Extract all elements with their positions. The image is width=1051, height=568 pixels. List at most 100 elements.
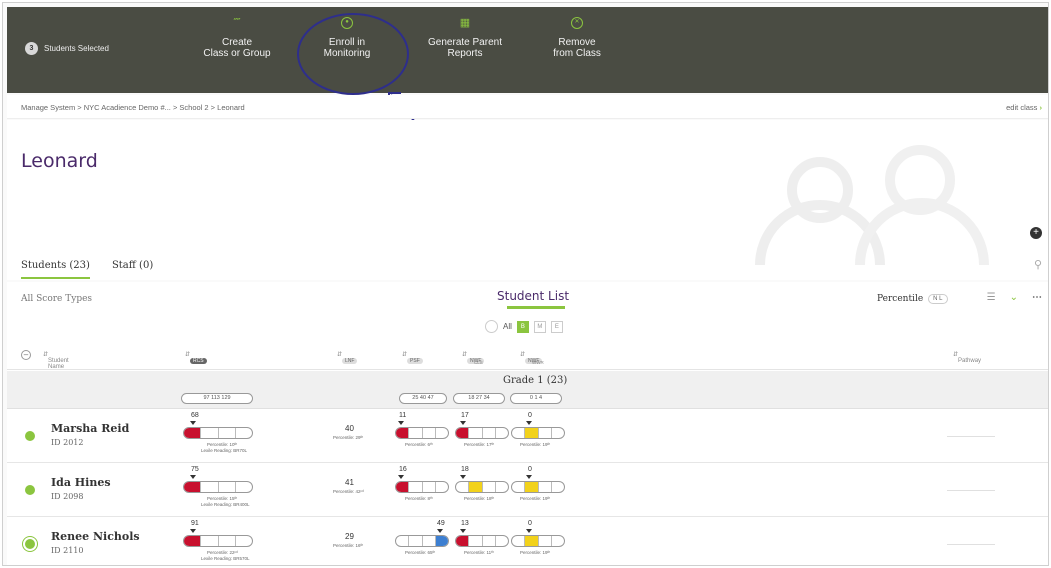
wwr-score: 0 <box>528 412 532 419</box>
remove-from-class-button[interactable]: ✕ Remove from Class <box>527 17 627 59</box>
psf-gauge-segment <box>435 536 448 546</box>
composite-score: 91 <box>191 520 199 527</box>
cls-gauge-segment <box>483 428 496 438</box>
psf-score-marker <box>398 475 404 479</box>
tab-students[interactable]: Students (23) <box>21 260 90 279</box>
tab-staff[interactable]: Staff (0) <box>112 260 153 279</box>
cls-gauge-segment <box>456 482 470 492</box>
cls-gauge-segment <box>496 536 508 546</box>
document-icon: ▦ <box>459 17 471 29</box>
composite-header[interactable]: ⇵ RCS <box>185 351 207 364</box>
selected-label: Students Selected <box>44 44 109 53</box>
student-name[interactable]: Renee Nichols <box>51 530 140 543</box>
filter-end-button[interactable]: E <box>550 320 563 333</box>
wwr-gauge <box>511 535 565 547</box>
student-list-panel: All Score Types Student List Percentile … <box>7 282 1048 565</box>
psf-percentile: Percentile: 65ᵗʰ <box>405 550 436 555</box>
table-row[interactable]: Ida Hines ID 2098 75 Percentile: 15ᵗʰ Lexile… <box>7 464 1048 517</box>
pathway-header[interactable]: ⇵ Pathway <box>953 351 981 364</box>
composite-gauge-segment <box>201 428 219 438</box>
composite-gauge-segment <box>236 482 252 492</box>
cls-gauge-segment <box>469 536 483 546</box>
cls-score-marker <box>460 421 466 425</box>
table-row[interactable]: Renee Nichols ID 2110 91 Percentile: 22ⁿᵈ Le… <box>7 518 1048 565</box>
row-select-checkbox[interactable] <box>25 431 35 441</box>
generate-reports-button[interactable]: ▦ Generate Parent Reports <box>415 17 515 59</box>
add-icon[interactable]: + <box>1030 227 1042 239</box>
cls-percentile: Percentile: 18ᵗʰ <box>464 496 495 501</box>
psf-gauge-segment <box>423 482 436 492</box>
search-icon[interactable]: ⚲ <box>1034 258 1042 271</box>
row-select-checkbox[interactable] <box>25 539 35 549</box>
breadcrumb[interactable]: Manage System > NYC Acadience Demo #... … <box>21 103 245 112</box>
cls-gauge-segment <box>469 428 483 438</box>
more-options-icon[interactable]: ⋯ <box>1032 292 1042 303</box>
composite-gauge-segment <box>219 428 236 438</box>
student-id: ID 2110 <box>51 546 84 555</box>
all-radio[interactable] <box>485 320 498 333</box>
table-row[interactable]: Marsha Reid ID 2012 68 Percentile: 10ᵗʰ Lexi… <box>7 410 1048 463</box>
filter-all-label: All <box>503 322 512 331</box>
lnf-header[interactable]: ⇵ LNF <box>337 351 358 364</box>
deselect-all-checkbox[interactable]: – <box>21 350 31 360</box>
create-class-button[interactable]: ⁗ Create Class or Group <box>187 17 287 59</box>
cls-score: 17 <box>461 412 469 419</box>
wwr-score-marker <box>526 475 532 479</box>
student-name-header[interactable]: ⇵ Student Name <box>43 351 69 370</box>
wwr-gauge-segment <box>552 482 564 492</box>
composite-gauge-segment <box>219 482 236 492</box>
percentile-options[interactable]: N L <box>928 294 948 304</box>
lnf-score: 29 <box>345 532 354 541</box>
wwr-gauge <box>511 427 565 439</box>
composite-score-marker <box>190 421 196 425</box>
create-class-line1: Create <box>221 37 252 48</box>
student-id: ID 2012 <box>51 438 84 447</box>
chevron-down-icon[interactable]: ⌄ <box>1010 292 1018 303</box>
selected-count-badge: 3 <box>25 42 38 55</box>
composite-benchmark-range: 97 113 129 <box>181 393 253 404</box>
psf-score: 49 <box>437 520 445 527</box>
wwr-percentile: Percentile: 19ᵗʰ <box>520 496 551 501</box>
psf-gauge-segment <box>436 482 448 492</box>
cls-gauge-segment <box>483 536 496 546</box>
student-list-title: Student List <box>497 289 570 303</box>
wwr-gauge-segment <box>539 536 552 546</box>
wwr-gauge-segment <box>512 482 526 492</box>
wwr-score: 0 <box>528 520 532 527</box>
filter-beginning-button[interactable]: B <box>516 320 529 333</box>
student-id: ID 2098 <box>51 492 84 501</box>
remove-line2: from Class <box>553 48 601 59</box>
cls-score: 18 <box>461 466 469 473</box>
composite-score-marker <box>190 475 196 479</box>
row-select-checkbox[interactable] <box>25 485 35 495</box>
cls-gauge-segment <box>496 428 508 438</box>
pathway-empty <box>947 544 995 545</box>
psf-header[interactable]: ⇵ PSF <box>402 351 423 364</box>
list-view-icon[interactable]: ☰ <box>987 292 996 303</box>
nwf-wwr-header[interactable]: ⇵ NWF <box>520 351 543 364</box>
student-name[interactable]: Marsha Reid <box>51 422 129 435</box>
remove-icon: ✕ <box>571 17 583 29</box>
nwf-cls-header[interactable]: ⇵ NWF <box>462 351 485 364</box>
edit-class-link[interactable]: edit class › <box>1006 103 1042 112</box>
score-types-dropdown[interactable]: All Score Types <box>21 294 92 304</box>
composite-score: 68 <box>191 412 199 419</box>
wwr-score-marker <box>526 421 532 425</box>
wwr-gauge-segment <box>552 536 564 546</box>
wwr-gauge-segment <box>539 482 552 492</box>
lnf-score: 41 <box>345 478 354 487</box>
filter-middle-button[interactable]: M <box>533 320 546 333</box>
reports-line2: Reports <box>447 48 483 59</box>
group-icon: ⁗ <box>233 17 241 29</box>
grade-title: Grade 1 (23) <box>503 375 568 386</box>
remove-line1: Remove <box>558 37 596 48</box>
psf-gauge-segment <box>409 482 423 492</box>
composite-gauge <box>183 427 253 439</box>
wwr-gauge-segment <box>552 428 564 438</box>
percentile-toggle[interactable]: Percentile N L <box>877 294 948 304</box>
page-title: Leonard <box>21 150 98 172</box>
psf-gauge-segment <box>409 428 423 438</box>
psf-gauge-segment <box>396 536 410 546</box>
wwr-score-marker <box>526 529 532 533</box>
student-name[interactable]: Ida Hines <box>51 476 111 489</box>
